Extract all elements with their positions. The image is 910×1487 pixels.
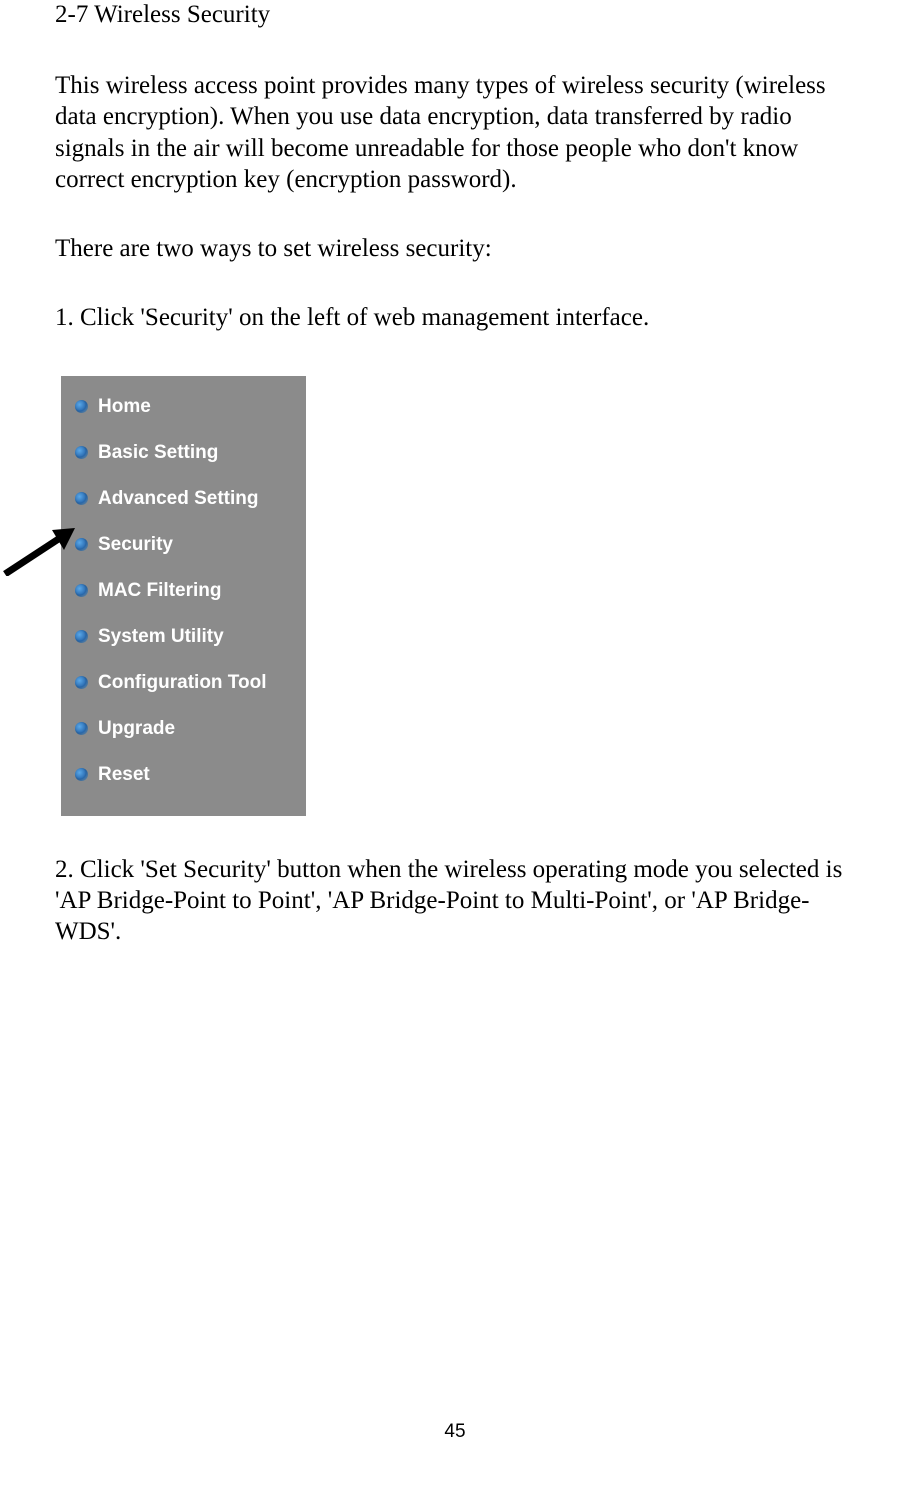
sidebar-item-label: Upgrade	[98, 718, 175, 740]
sidebar-item-upgrade[interactable]: Upgrade	[61, 706, 306, 752]
page-number: 45	[0, 1421, 910, 1443]
sidebar-item-advanced-setting[interactable]: Advanced Setting	[61, 476, 306, 522]
sidebar-item-security[interactable]: Security	[61, 522, 306, 568]
sidebar-item-label: Configuration Tool	[98, 672, 267, 694]
step-2-text: 2. Click 'Set Security' button when the …	[55, 854, 855, 948]
bullet-icon	[75, 584, 88, 597]
bullet-icon	[75, 446, 88, 459]
sidebar-item-label: MAC Filtering	[98, 580, 222, 602]
sidebar-item-label: Basic Setting	[98, 442, 218, 464]
sidebar-item-home[interactable]: Home	[61, 384, 306, 430]
subheading-paragraph: There are two ways to set wireless secur…	[55, 233, 855, 264]
bullet-icon	[75, 768, 88, 781]
sidebar-menu: Home Basic Setting Advanced Setting Secu…	[61, 376, 306, 816]
bullet-icon	[75, 400, 88, 413]
bullet-icon	[75, 676, 88, 689]
section-heading: 2-7 Wireless Security	[55, 0, 855, 30]
step-1-text: 1. Click 'Security' on the left of web m…	[55, 302, 855, 333]
bullet-icon	[75, 492, 88, 505]
bullet-icon	[75, 630, 88, 643]
sidebar-item-label: Home	[98, 396, 151, 418]
pointer-arrow-icon	[0, 526, 80, 576]
sidebar-item-mac-filtering[interactable]: MAC Filtering	[61, 568, 306, 614]
sidebar-item-basic-setting[interactable]: Basic Setting	[61, 430, 306, 476]
sidebar-item-label: Advanced Setting	[98, 488, 258, 510]
intro-paragraph: This wireless access point provides many…	[55, 70, 855, 195]
sidebar-item-configuration-tool[interactable]: Configuration Tool	[61, 660, 306, 706]
bullet-icon	[75, 722, 88, 735]
sidebar-item-label: Security	[98, 534, 173, 556]
sidebar-item-label: System Utility	[98, 626, 224, 648]
sidebar-item-system-utility[interactable]: System Utility	[61, 614, 306, 660]
sidebar-item-reset[interactable]: Reset	[61, 752, 306, 798]
sidebar-item-label: Reset	[98, 764, 150, 786]
